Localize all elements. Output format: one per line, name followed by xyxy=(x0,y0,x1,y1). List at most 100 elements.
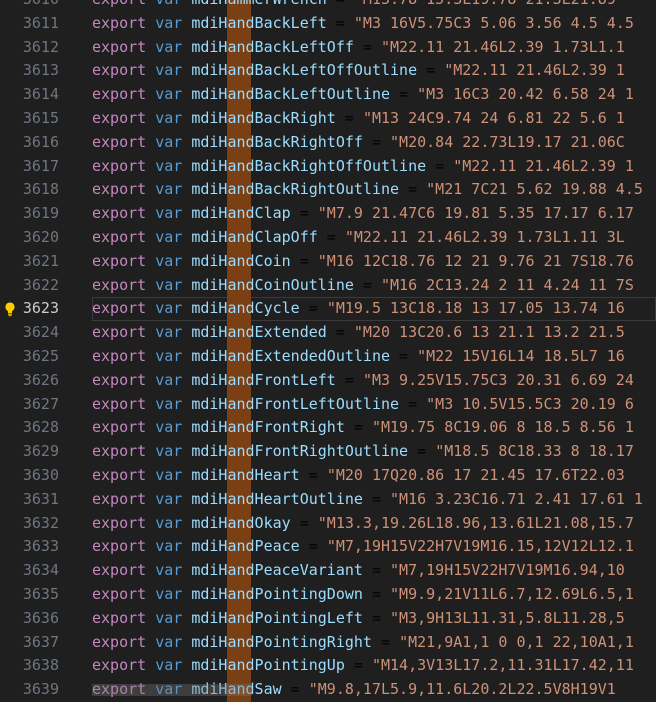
line-gutter: 3613 xyxy=(0,59,92,83)
code-line[interactable]: 3633 export var mdiHandPeace = "M7,19H15V… xyxy=(0,535,656,560)
code-line[interactable]: 3620 export var mdiHandClapOff = "M22.11 … xyxy=(0,225,656,250)
identifier: mdiHandExtended xyxy=(191,323,327,342)
string-literal: "M22.11 21.46L2.39 1 xyxy=(453,156,634,175)
line-number: 3633 xyxy=(22,537,59,556)
keyword-export: export xyxy=(92,180,147,199)
line-gutter: 3611 xyxy=(0,12,92,36)
keyword-var: var xyxy=(155,180,183,199)
code-line[interactable]: 3637 export var mdiHandPointingRight = "M… xyxy=(0,630,656,655)
identifier: mdiHandClap xyxy=(191,204,291,223)
keyword-var: var xyxy=(155,13,183,32)
code-text: export var mdiHandBackRight = "M13 24C9.… xyxy=(92,108,625,127)
string-literal: "M18.5 8C18.33 8 18.17 xyxy=(435,442,634,461)
identifier: mdiHandFrontRightOutline xyxy=(191,442,409,461)
string-literal: "M13 24C9.74 24 6.81 22 5.6 1 xyxy=(362,108,625,127)
code-line[interactable]: 3614 export var mdiHandBackLeftOutline = … xyxy=(0,83,656,107)
line-gutter: 3636 xyxy=(0,607,92,631)
horizontal-scrollbar[interactable] xyxy=(92,684,252,696)
line-number: 3612 xyxy=(22,37,59,56)
code-line[interactable]: 3625 export var mdiHandExtendedOutline = … xyxy=(0,344,656,369)
code-text: export var mdiHandBackLeft = "M3 16V5.75… xyxy=(92,13,634,32)
lightbulb-icon[interactable] xyxy=(2,301,18,317)
line-number: 3618 xyxy=(22,180,59,199)
keyword-var: var xyxy=(155,489,183,508)
code-text: export var mdiHandHeart = "M20 17Q20.86 … xyxy=(92,465,625,484)
line-gutter: 3626 xyxy=(0,369,92,393)
code-line[interactable]: 3624 export var mdiHandExtended = "M20 13… xyxy=(0,321,656,345)
identifier: mdiHandClapOff xyxy=(191,227,318,246)
code-text: export var mdiHandFrontRight = "M19.75 8… xyxy=(92,418,634,437)
keyword-export: export xyxy=(92,346,147,365)
code-text: export var mdiHandFrontLeftOutline = "M3… xyxy=(92,394,634,413)
code-line[interactable]: 3611 export var mdiHandBackLeft = "M3 16V… xyxy=(0,11,656,36)
code-line[interactable]: 3619 export var mdiHandClap = "M7.9 21.47… xyxy=(0,202,656,226)
code-line[interactable]: 3635 export var mdiHandPointingDown = "M9… xyxy=(0,582,656,607)
string-literal: "M14,3V13L17.2,11.31L17.42,11 xyxy=(371,656,634,675)
keyword-export: export xyxy=(92,418,147,437)
line-gutter: 3637 xyxy=(0,631,92,655)
code-line[interactable]: 3636 export var mdiHandPointingLeft = "M3… xyxy=(0,606,656,631)
keyword-var: var xyxy=(155,370,183,389)
code-line[interactable]: 3622 export var mdiHandCoinOutline = "M16… xyxy=(0,273,656,298)
code-editor[interactable]: 3610 export var mdiHammerWrench = "M13.78… xyxy=(0,0,656,702)
line-gutter: 3625 xyxy=(0,345,92,369)
line-gutter: 3615 xyxy=(0,107,92,131)
keyword-var: var xyxy=(155,132,183,151)
keyword-var: var xyxy=(155,465,183,484)
identifier: mdiHandBackLeftOffOutline xyxy=(191,61,418,80)
line-number: 3639 xyxy=(22,680,59,699)
string-literal: "M21,9A1,1 0 0,1 22,10A1,1 xyxy=(399,632,634,651)
code-line[interactable]: 3612 export var mdiHandBackLeftOff = "M22… xyxy=(0,35,656,60)
code-text: export var mdiHandFrontRightOutline = "M… xyxy=(92,442,634,461)
code-text: export var mdiHandBackRightOff = "M20.84… xyxy=(92,132,625,151)
identifier: mdiHammerWrench xyxy=(191,0,326,8)
code-line[interactable]: 3628 export var mdiHandFrontRight = "M19.… xyxy=(0,416,656,441)
line-gutter: 3630 xyxy=(0,464,92,488)
code-line[interactable]: 3618 export var mdiHandBackRightOutline =… xyxy=(0,178,656,203)
identifier: mdiHandCoin xyxy=(191,251,291,270)
code-line[interactable]: 3629 export var mdiHandFrontRightOutline … xyxy=(0,440,656,464)
string-literal: "M22 15V16L14 18.5L7 16 xyxy=(417,346,625,365)
identifier: mdiHandBackRight xyxy=(191,108,336,127)
keyword-var: var xyxy=(155,323,183,342)
code-line[interactable]: 3634 export var mdiHandPeaceVariant = "M7… xyxy=(0,559,656,583)
keyword-var: var xyxy=(155,418,183,437)
code-text: export var mdiHandPeace = "M7,19H15V22H7… xyxy=(92,537,634,556)
identifier: mdiHandFrontLeftOutline xyxy=(191,394,400,413)
keyword-export: export xyxy=(92,465,147,484)
code-line[interactable]: 3613 export var mdiHandBackLeftOffOutline… xyxy=(0,59,656,84)
code-line[interactable]: 3621 export var mdiHandCoin = "M16 12C18.… xyxy=(0,249,656,274)
code-line[interactable]: 3627 export var mdiHandFrontLeftOutline =… xyxy=(0,392,656,417)
code-line[interactable]: 3615 export var mdiHandBackRight = "M13 2… xyxy=(0,106,656,131)
identifier: mdiHandPointingDown xyxy=(191,584,363,603)
line-gutter: 3639 xyxy=(0,678,92,702)
string-literal: "M9.8,17L5.9,11.6L20.2L22.5V8H19V1 xyxy=(308,680,616,699)
keyword-export: export xyxy=(92,561,147,580)
identifier: mdiHandPointingLeft xyxy=(191,608,363,627)
line-number: 3634 xyxy=(22,561,59,580)
keyword-var: var xyxy=(155,513,183,532)
code-text: export var mdiHandPointingRight = "M21,9… xyxy=(92,632,634,651)
line-number: 3638 xyxy=(22,656,59,675)
keyword-var: var xyxy=(155,85,183,104)
keyword-export: export xyxy=(92,394,147,413)
code-line[interactable]: 3632 export var mdiHandOkay = "M13.3,19.2… xyxy=(0,511,656,536)
code-line[interactable]: 3638 export var mdiHandPointingUp = "M14,… xyxy=(0,654,656,679)
line-gutter: 3635 xyxy=(0,583,92,607)
code-text: export var mdiHandClapOff = "M22.11 21.4… xyxy=(92,227,625,246)
string-literal: "M13.3,19.26L18.96,13.61L21.08,15.7 xyxy=(317,513,634,532)
code-line[interactable]: 3610 export var mdiHammerWrench = "M13.78… xyxy=(0,0,656,12)
code-text: export var mdiHandClap = "M7.9 21.47C6 1… xyxy=(92,204,634,223)
code-line[interactable]: 3631 export var mdiHandHeartOutline = "M1… xyxy=(0,487,656,512)
code-line[interactable]: 3616 export var mdiHandBackRightOff = "M2… xyxy=(0,130,656,155)
code-text: export var mdiHandExtendedOutline = "M22… xyxy=(92,346,625,365)
code-line[interactable]: 3626 export var mdiHandFrontLeft = "M3 9.… xyxy=(0,368,656,393)
line-number: 3624 xyxy=(22,323,59,342)
keyword-export: export xyxy=(92,85,147,104)
keyword-export: export xyxy=(92,0,146,8)
code-line[interactable]: 3630 export var mdiHandHeart = "M20 17Q20… xyxy=(0,463,656,488)
code-line[interactable]: 3617 export var mdiHandBackRightOffOutlin… xyxy=(0,154,656,179)
line-gutter: 3610 xyxy=(0,0,92,12)
code-line[interactable]: 3623 export var mdiHandCycle = "M19.5 13C… xyxy=(0,297,656,322)
string-literal: "M20 17Q20.86 17 21.45 17.6T22.03 xyxy=(326,465,625,484)
